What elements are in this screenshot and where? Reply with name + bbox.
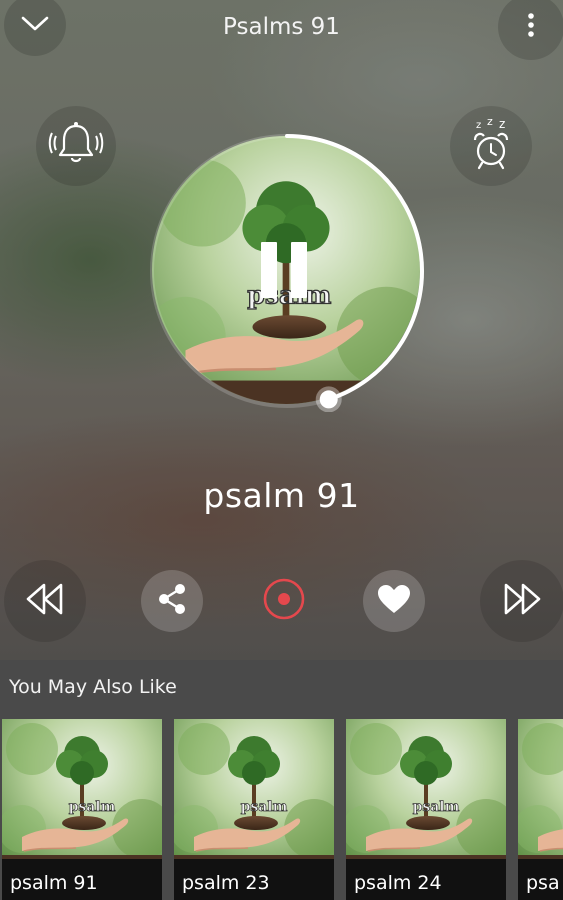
progress-knob [319, 390, 338, 409]
more-vertical-icon [526, 12, 536, 42]
recommendation-card[interactable]: psalm psalm 24 [346, 719, 506, 900]
svg-text:z: z [487, 115, 493, 128]
fast-forward-icon [502, 581, 542, 621]
card-label: psalm 23 [182, 872, 270, 894]
alarm-button[interactable] [36, 106, 116, 186]
card-label: psalm 91 [10, 872, 98, 894]
bell-ringing-icon [48, 116, 104, 176]
heart-icon [376, 583, 412, 619]
more-options-button[interactable] [498, 0, 563, 60]
recommendation-card[interactable]: psalm psalm 91 [2, 719, 162, 900]
card-label: psalm 24 [354, 872, 442, 894]
card-artwork: psalm [346, 719, 506, 859]
svg-text:psalm: psalm [413, 799, 460, 815]
svg-text:z: z [476, 120, 481, 131]
previous-button[interactable] [4, 560, 86, 642]
recommendations-heading: You May Also Like [9, 676, 177, 698]
next-button[interactable] [480, 560, 563, 642]
card-artwork: psalm [518, 719, 563, 859]
svg-text:psalm: psalm [241, 799, 288, 815]
svg-text:psalm: psalm [69, 799, 116, 815]
recommendation-card[interactable]: psalm psalm 23 [174, 719, 334, 900]
rewind-icon [25, 581, 65, 621]
sleep-timer-button[interactable]: z z z [450, 106, 532, 186]
song-title: psalm 91 [203, 476, 360, 515]
recommendation-card[interactable]: psalm psa [518, 719, 563, 900]
record-button[interactable] [253, 570, 315, 632]
pause-button[interactable] [261, 242, 307, 298]
page-title: Psalms 91 [223, 14, 340, 40]
record-icon [262, 577, 306, 625]
share-icon [155, 582, 189, 620]
share-button[interactable] [141, 570, 203, 632]
svg-text:z: z [499, 117, 505, 131]
card-label: psa [526, 872, 560, 894]
top-bar: Psalms 91 [0, 0, 563, 60]
sleep-alarm-clock-icon: z z z [462, 114, 520, 178]
favorite-button[interactable] [363, 570, 425, 632]
recommendations-panel: You May Also Like psalm psalm 91 psalm p… [0, 660, 563, 900]
card-artwork: psalm [174, 719, 334, 859]
card-artwork: psalm [2, 719, 162, 859]
